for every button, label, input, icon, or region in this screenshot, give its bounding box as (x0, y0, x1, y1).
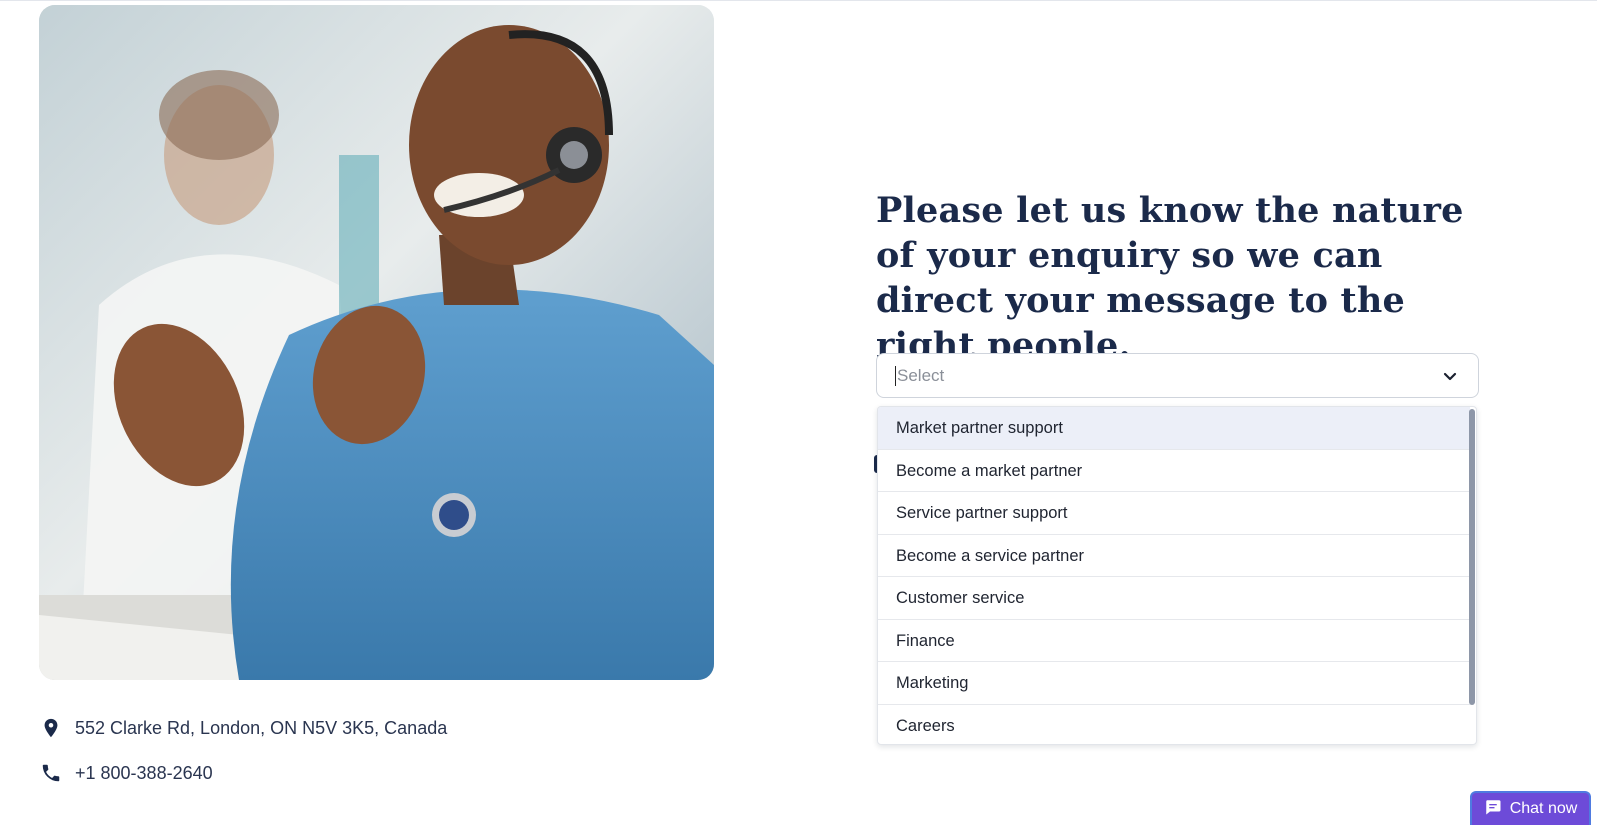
chat-now-button[interactable]: Chat now (1470, 791, 1591, 825)
chat-now-label: Chat now (1509, 800, 1578, 817)
options-list: Market partner support Become a market p… (878, 407, 1470, 745)
phone-row[interactable]: +1 800-388-2640 (39, 761, 213, 785)
option-marketing[interactable]: Marketing (878, 662, 1470, 705)
dropdown-scrollbar[interactable] (1469, 409, 1475, 705)
chevron-down-icon[interactable] (1440, 366, 1460, 386)
option-become-service-partner[interactable]: Become a service partner (878, 535, 1470, 577)
chat-bubble-icon (1484, 798, 1502, 821)
option-careers[interactable]: Careers (878, 705, 1470, 745)
option-service-partner-support[interactable]: Service partner support (878, 492, 1470, 535)
top-divider (0, 0, 1597, 1)
customer-support-photo (39, 5, 714, 680)
enquiry-options-dropdown[interactable]: Market partner support Become a market p… (877, 406, 1477, 745)
enquiry-heading: Please let us know the nature of your en… (876, 190, 1464, 366)
text-cursor (895, 365, 896, 386)
address-text: 552 Clarke Rd, London, ON N5V 3K5, Canad… (75, 717, 448, 738)
location-pin-icon (39, 716, 63, 740)
phone-icon (39, 761, 63, 785)
option-market-partner-support[interactable]: Market partner support (878, 407, 1470, 450)
address-row: 552 Clarke Rd, London, ON N5V 3K5, Canad… (39, 716, 447, 740)
option-become-market-partner[interactable]: Become a market partner (878, 450, 1470, 492)
option-customer-service[interactable]: Customer service (878, 577, 1470, 620)
option-finance[interactable]: Finance (878, 620, 1470, 662)
phone-link[interactable]: +1 800-388-2640 (75, 763, 213, 784)
enquiry-select[interactable] (876, 353, 1479, 398)
enquiry-select-input[interactable] (897, 365, 1440, 386)
